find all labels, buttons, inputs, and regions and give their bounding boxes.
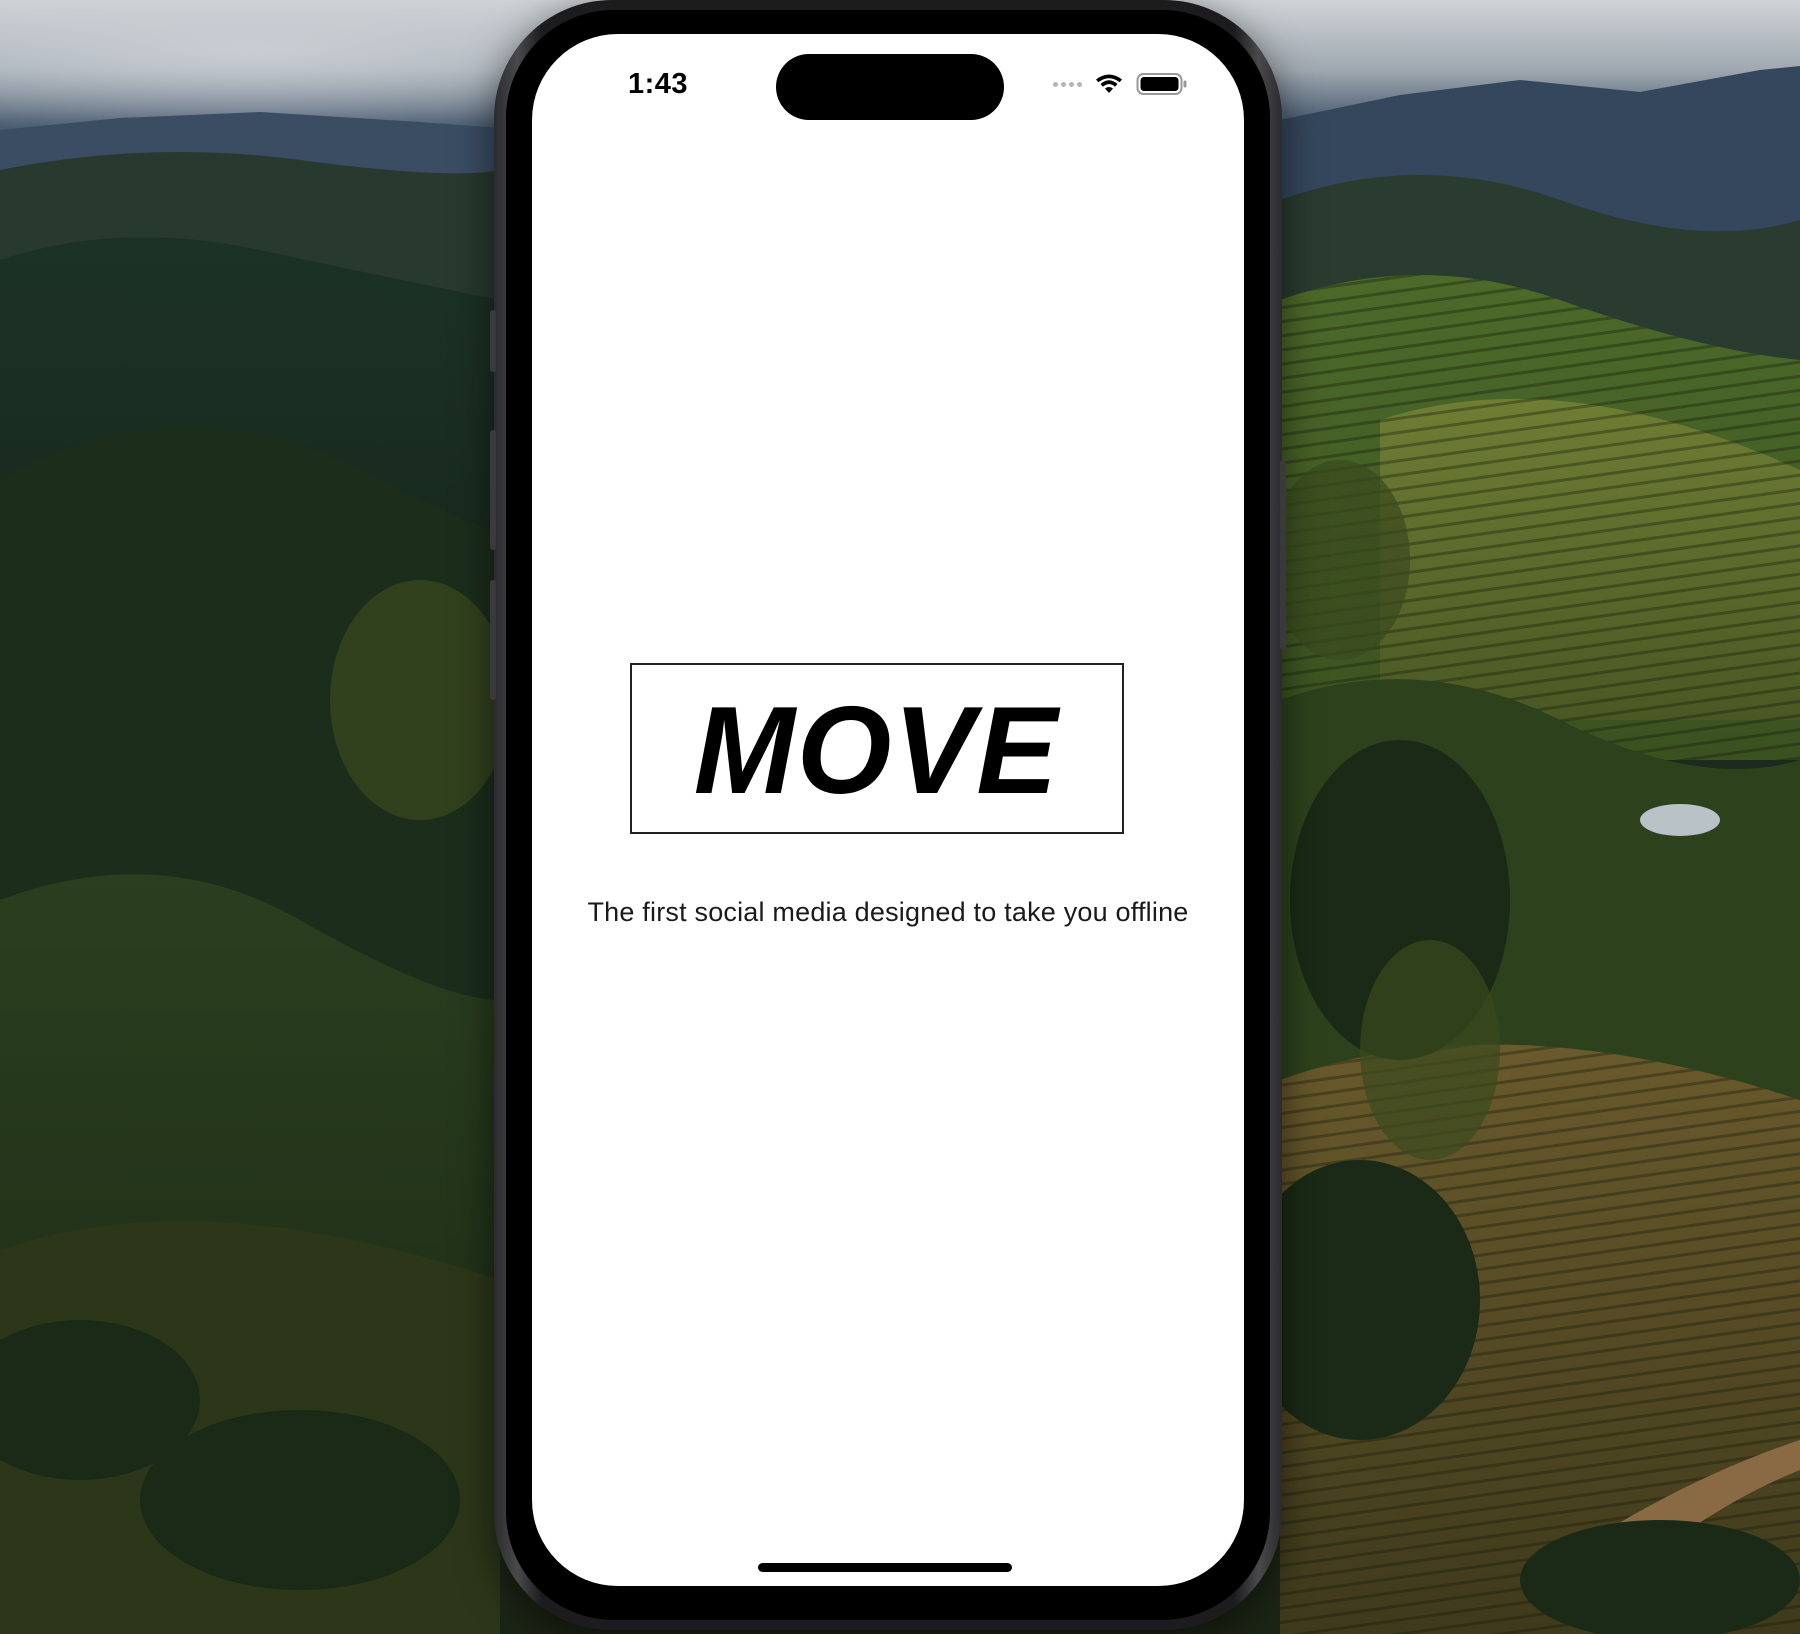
app-screen: 1:43 MOVE The first social media designe… [532, 34, 1244, 1586]
volume-up-button [490, 430, 496, 550]
silent-switch [490, 310, 496, 372]
logo-text: MOVE [694, 681, 1060, 820]
move-logo: MOVE [630, 663, 1124, 834]
signal-dots-icon [1053, 81, 1082, 87]
wifi-icon [1096, 74, 1122, 93]
battery-icon [1136, 73, 1187, 95]
power-button [1280, 460, 1286, 650]
tagline: The first social media designed to take … [587, 897, 1189, 927]
desktop-stage: 1:43 MOVE The first social media designe… [0, 0, 1800, 1634]
home-indicator[interactable] [758, 1563, 1012, 1572]
dynamic-island [776, 54, 1004, 120]
volume-down-button [490, 580, 496, 700]
status-time: 1:43 [628, 68, 689, 100]
phone-frame: 1:43 MOVE The first social media designe… [490, 0, 1286, 1630]
status-icons [1053, 72, 1188, 96]
